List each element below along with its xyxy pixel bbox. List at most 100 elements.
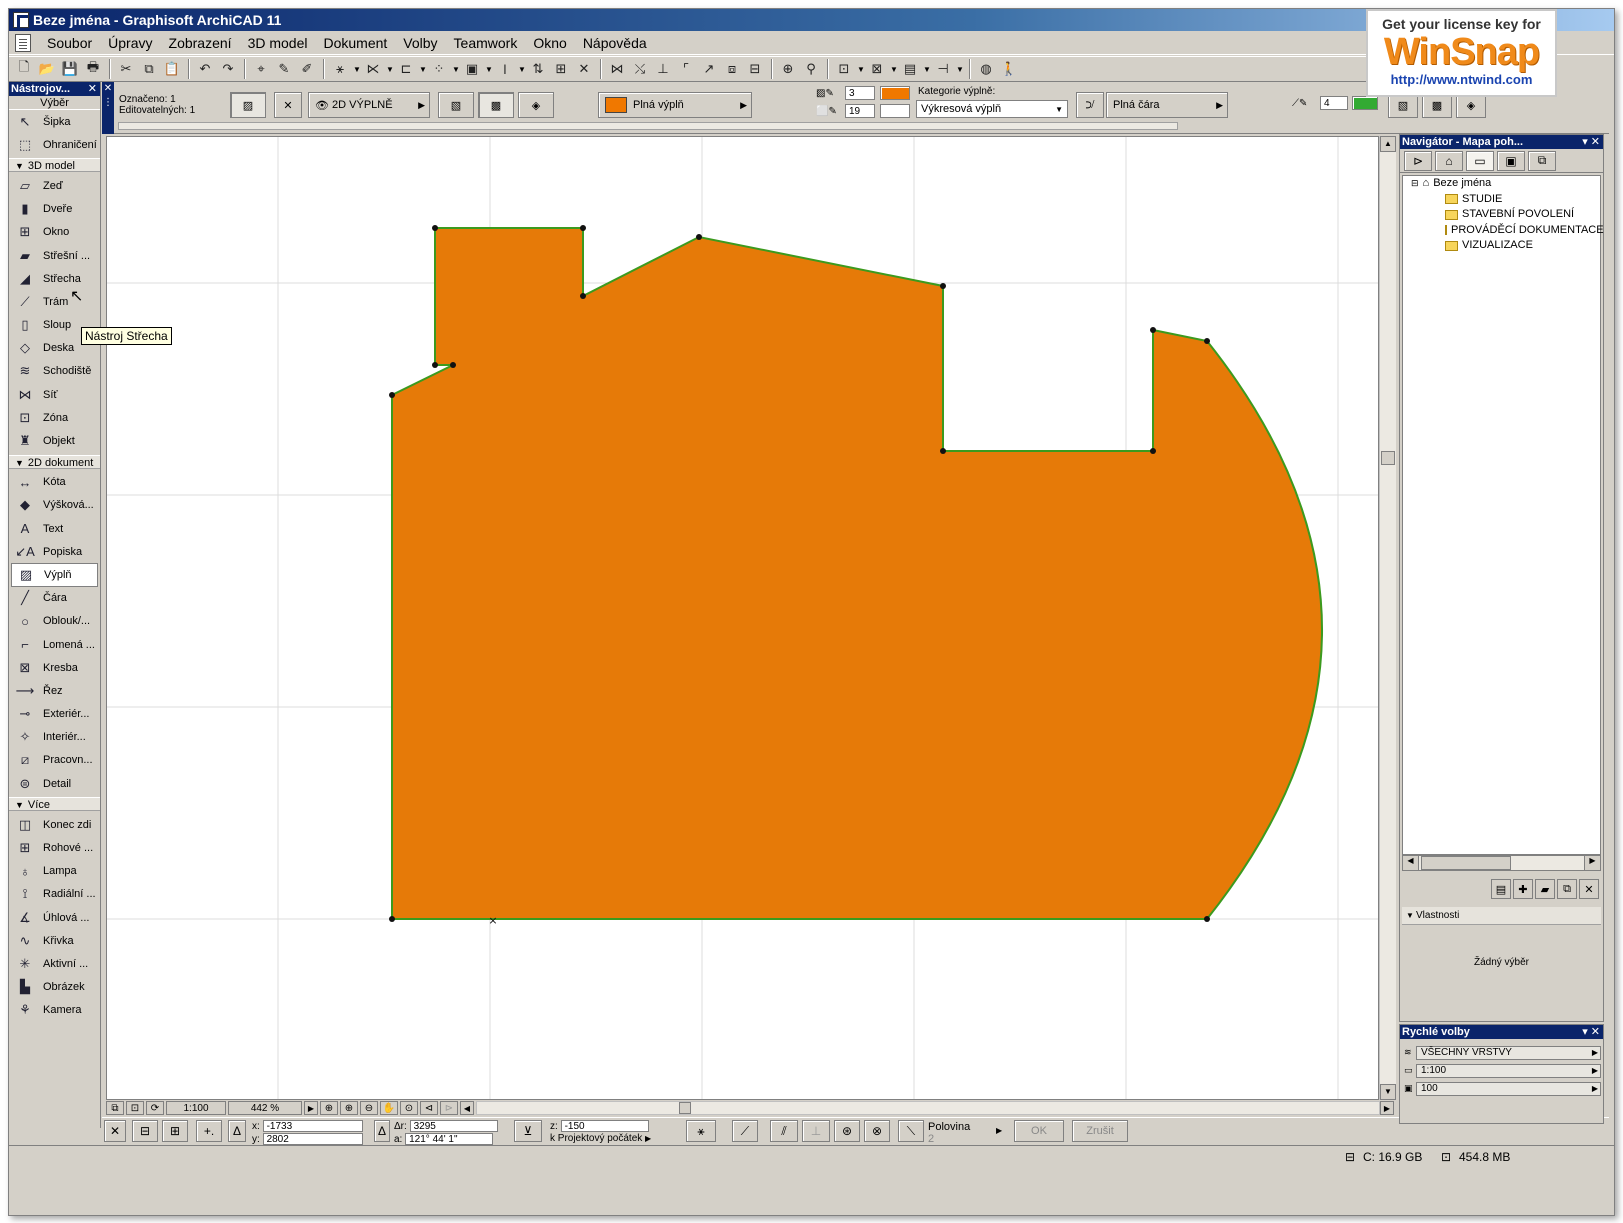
floor-plan-canvas[interactable]: × — [106, 136, 1379, 1100]
chevron-right-icon[interactable]: ▶ — [304, 1101, 318, 1115]
vertex-node[interactable] — [580, 293, 586, 299]
vertex-node[interactable] — [450, 362, 456, 368]
chevron-right-icon[interactable]: ▶ — [996, 1126, 1002, 1135]
vertex-node[interactable] — [432, 225, 438, 231]
scroll-down-arrow[interactable]: ▼ — [1380, 1084, 1396, 1100]
view-floorplan-icon[interactable]: ⊡ — [833, 59, 855, 79]
pen-1-color[interactable] — [880, 86, 910, 100]
magic-wand-icon[interactable]: ⚹ — [686, 1120, 716, 1142]
vertex-node[interactable] — [389, 916, 395, 922]
polar-coords-icon[interactable]: Δ — [374, 1120, 390, 1142]
fill-polygon[interactable] — [391, 227, 1323, 920]
align-icon[interactable]: ⊕ — [777, 59, 799, 79]
copy-icon[interactable]: ⧉ — [138, 59, 160, 79]
perpendicular-icon[interactable]: ⊥ — [802, 1120, 830, 1142]
publisher-tab-icon[interactable]: ▣ — [1497, 150, 1525, 171]
view-map-tab-icon[interactable]: ⌂ — [1435, 150, 1463, 171]
tool-interior-elevation[interactable]: ✧ Interiér... — [9, 726, 100, 749]
vertex-node[interactable] — [432, 362, 438, 368]
vertex-node[interactable] — [1204, 916, 1210, 922]
tree-folder[interactable]: PROVÁDĚCÍ DOKUMENTACE — [1403, 223, 1604, 239]
dr-field[interactable]: 3295 — [409, 1120, 498, 1132]
view-3d-icon[interactable]: ⊠ — [866, 59, 888, 79]
view-layout-icon[interactable]: ▤ — [899, 59, 921, 79]
menu-dokument[interactable]: Dokument — [315, 32, 395, 54]
scroll-left-arrow[interactable]: ◀ — [460, 1101, 474, 1115]
line-type-icon-button[interactable]: ⟉ — [1076, 92, 1104, 118]
menu-zobrazeni[interactable]: Zobrazení — [161, 32, 240, 54]
menu-3d-model[interactable]: 3D model — [240, 32, 316, 54]
pen-weight-color[interactable] — [1352, 96, 1378, 110]
tool-fill[interactable]: ▨ Výplň — [11, 563, 98, 587]
tree-root[interactable]: ⊟ ⌂ Beze jména — [1403, 176, 1600, 192]
split-icon[interactable]: ⤯ — [629, 59, 651, 79]
explode-icon[interactable]: ✕ — [573, 59, 595, 79]
tool-worksheet[interactable]: ⧄ Pracovn... — [9, 749, 100, 772]
group-3d-model[interactable]: ▼ 3D model — [9, 158, 100, 173]
chevron-down-icon[interactable]: ▼ — [517, 59, 527, 79]
tool-wall-end[interactable]: ◫ Konec zdi — [9, 813, 100, 836]
horizontal-scrollbar[interactable] — [476, 1101, 1380, 1115]
chevron-down-icon[interactable]: ▼ — [418, 59, 428, 79]
tool-drawing[interactable]: ⊠ Kresba — [9, 656, 100, 679]
tool-camera[interactable]: ⚘ Kamera — [9, 999, 100, 1022]
next-zoom-icon[interactable]: ⊳ — [440, 1101, 458, 1115]
menu-soubor[interactable]: Soubor — [39, 32, 100, 54]
chevron-down-icon[interactable]: ▼ — [922, 59, 932, 79]
scroll-right-arrow[interactable]: ▶ — [1584, 856, 1600, 870]
layers-value[interactable]: VŠECHNY VRSTVY — [1416, 1045, 1601, 1060]
origin-reference[interactable]: k Projektový počátek — [550, 1133, 642, 1144]
tree-folder[interactable]: VIZUALIZACE — [1403, 238, 1600, 254]
special-snap-icon[interactable]: ⟍ — [898, 1120, 924, 1142]
fill-method-a-button[interactable]: ▧ — [438, 92, 474, 118]
menu-volby[interactable]: Volby — [395, 32, 445, 54]
chevron-down-icon[interactable]: ▼ — [352, 59, 362, 79]
find-select-icon[interactable]: ⌖ — [250, 59, 272, 79]
delete-icon[interactable]: ✕ — [1579, 879, 1599, 899]
trim-icon[interactable]: ⋉ — [362, 59, 384, 79]
scroll-thumb[interactable] — [1381, 451, 1395, 465]
elevation-icon[interactable]: ⊻ — [514, 1120, 542, 1142]
refresh-icon[interactable]: ⟳ — [146, 1101, 164, 1115]
intersection-snap-icon[interactable]: ⊗ — [864, 1120, 890, 1142]
toolbox-title-bar[interactable]: Nástrojov... ✕ — [9, 82, 100, 96]
tool-zone[interactable]: ⊡ Zóna — [9, 406, 100, 429]
vertex-node[interactable] — [940, 448, 946, 454]
paste-icon[interactable]: 📋 — [161, 59, 183, 79]
new-folder-icon[interactable]: ▰ — [1535, 879, 1555, 899]
collapse-icon[interactable]: ⊟ — [1411, 176, 1419, 191]
relative-coords-icon[interactable]: Δ — [228, 1120, 246, 1142]
pen-icon[interactable]: ǀ — [494, 59, 516, 79]
tool-line[interactable]: ╱ Čára — [9, 587, 100, 610]
zoom-window-icon[interactable]: ⊙ — [400, 1101, 418, 1115]
fillet-icon[interactable]: ⌜ — [675, 59, 697, 79]
chevron-down-icon[interactable]: ▼ — [484, 59, 494, 79]
eyedropper-icon[interactable]: ✎ — [273, 59, 295, 79]
tool-curve[interactable]: ∿ Křivka — [9, 929, 100, 952]
scroll-left-arrow[interactable]: ◀ — [1403, 856, 1419, 870]
magic-wand-icon[interactable]: ⚹ — [329, 59, 351, 79]
z-field[interactable]: -150 — [560, 1120, 649, 1132]
menu-okno[interactable]: Okno — [525, 32, 574, 54]
navigator-title-bar[interactable]: Navigátor - Mapa poh... ▾ ✕ — [1400, 135, 1603, 149]
vertex-node[interactable] — [1204, 338, 1210, 344]
preview-icon[interactable]: ⊡ — [126, 1101, 144, 1115]
adjust-icon[interactable]: ⊥ — [652, 59, 674, 79]
x-field[interactable]: -1733 — [262, 1120, 363, 1132]
pen-1-input[interactable]: 3 — [845, 86, 875, 100]
intersect-icon[interactable]: ⋈ — [606, 59, 628, 79]
tool-arrow[interactable]: ↖ Šipka — [9, 110, 100, 133]
pen-set-value[interactable]: 100 — [1416, 1081, 1601, 1096]
display-order-icon[interactable]: ⇅ — [527, 59, 549, 79]
tool-hotspot[interactable]: ✳ Aktivní ... — [9, 952, 100, 975]
tool-label[interactable]: ↙A Popiska — [9, 540, 100, 563]
tool-angle-dimension[interactable]: ∡ Úhlová ... — [9, 906, 100, 929]
menu-upravy[interactable]: Úpravy — [100, 32, 160, 54]
tool-window[interactable]: ⊞ Okno — [9, 221, 100, 244]
vertex-node[interactable] — [580, 225, 586, 231]
chevron-down-icon[interactable]: ▼ — [385, 59, 395, 79]
snap-grid-icon[interactable]: ⊞ — [162, 1120, 188, 1142]
pen-weight-input[interactable]: 4 — [1320, 96, 1348, 110]
walk-icon[interactable]: 🚶 — [998, 59, 1020, 79]
ok-button[interactable]: OK — [1014, 1120, 1064, 1142]
